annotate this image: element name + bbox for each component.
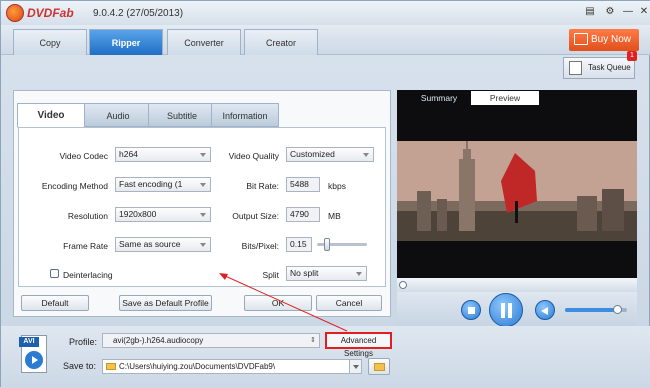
app-window: DVDFab 9.0.4.2 (27/05/2013) ▤ ⚙ — ✕ Copy… <box>0 0 650 388</box>
annotation-arrow <box>219 273 348 332</box>
